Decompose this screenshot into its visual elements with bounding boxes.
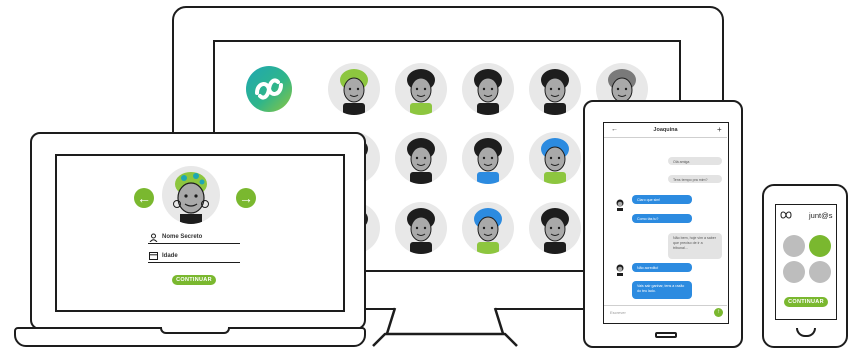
- phone-screen: junt@s CONTINUAR: [775, 204, 837, 320]
- continue-button[interactable]: CONTINUAR: [172, 275, 216, 285]
- avatar-12[interactable]: [395, 202, 447, 254]
- avatar-3[interactable]: [462, 63, 514, 115]
- avatar-7[interactable]: [395, 132, 447, 184]
- infinity-logo-icon: [780, 211, 792, 219]
- name-field-label: Nome Secreto: [162, 234, 203, 240]
- avatar-face-icon: [340, 69, 368, 115]
- avatar-face-icon: [541, 208, 569, 254]
- mini-avatar-1[interactable]: [783, 235, 805, 257]
- outgoing-message: Claro que sim!: [632, 195, 692, 204]
- age-field-label: Idade: [162, 253, 178, 259]
- sender-avatar-icon: [615, 198, 625, 216]
- add-icon[interactable]: +: [717, 125, 722, 134]
- chat-title: Joaquina: [653, 127, 678, 133]
- laptop-notch: [160, 327, 230, 334]
- mini-avatar-4[interactable]: [809, 261, 831, 283]
- avatar-face-icon: [541, 69, 569, 115]
- incoming-message: Tens tempo pra mim?: [668, 175, 722, 183]
- age-input[interactable]: [148, 262, 240, 263]
- user-icon: [149, 233, 158, 242]
- avatar-face-icon: [173, 172, 209, 224]
- avatar-face-icon: [407, 208, 435, 254]
- avatar-face-icon: [474, 69, 502, 115]
- avatar-face-icon: [407, 69, 435, 115]
- arrow-right-icon: →: [239, 190, 253, 206]
- outgoing-message: Não acredito!: [632, 263, 692, 272]
- avatar-face-icon: [407, 138, 435, 184]
- send-button[interactable]: ↑: [714, 308, 723, 317]
- brand-name: junt@s: [809, 211, 833, 220]
- mini-avatar-2[interactable]: [809, 235, 831, 257]
- next-avatar-button[interactable]: →: [236, 188, 256, 208]
- selected-avatar: [162, 166, 220, 224]
- infinity-logo-icon: [255, 78, 283, 100]
- tablet-screen: ← Joaquina + Olá amiga Tens tempo pra mim…: [603, 122, 729, 324]
- incoming-message: Olá amiga: [668, 157, 722, 165]
- outgoing-message: Vais sair ganhar, tens a razão do teu la…: [632, 281, 692, 299]
- arrow-left-icon: ←: [137, 190, 151, 206]
- tablet-home-button: [655, 332, 677, 338]
- avatar-8[interactable]: [462, 132, 514, 184]
- calendar-icon: [149, 252, 158, 260]
- avatar-9[interactable]: [529, 132, 581, 184]
- mini-avatar-3[interactable]: [783, 261, 805, 283]
- name-input[interactable]: [148, 243, 240, 244]
- avatar-4[interactable]: [529, 63, 581, 115]
- avatar-13[interactable]: [462, 202, 514, 254]
- avatar-face-icon: [474, 138, 502, 184]
- monitor-stand: [372, 307, 518, 347]
- prev-avatar-button[interactable]: ←: [134, 188, 154, 208]
- avatar-1[interactable]: [328, 63, 380, 115]
- avatar-2[interactable]: [395, 63, 447, 115]
- incoming-message: Não bem, hoje vim a saber que preciso de…: [668, 233, 722, 259]
- app-logo: [246, 66, 292, 112]
- phone-continue-button[interactable]: CONTINUAR: [784, 297, 828, 307]
- avatar-face-icon: [541, 138, 569, 184]
- message-input[interactable]: Escrever: [610, 310, 626, 315]
- avatar-14[interactable]: [529, 202, 581, 254]
- outgoing-message: Como tás tu?: [632, 214, 692, 223]
- sender-avatar-icon: [615, 263, 625, 281]
- avatar-face-icon: [474, 208, 502, 254]
